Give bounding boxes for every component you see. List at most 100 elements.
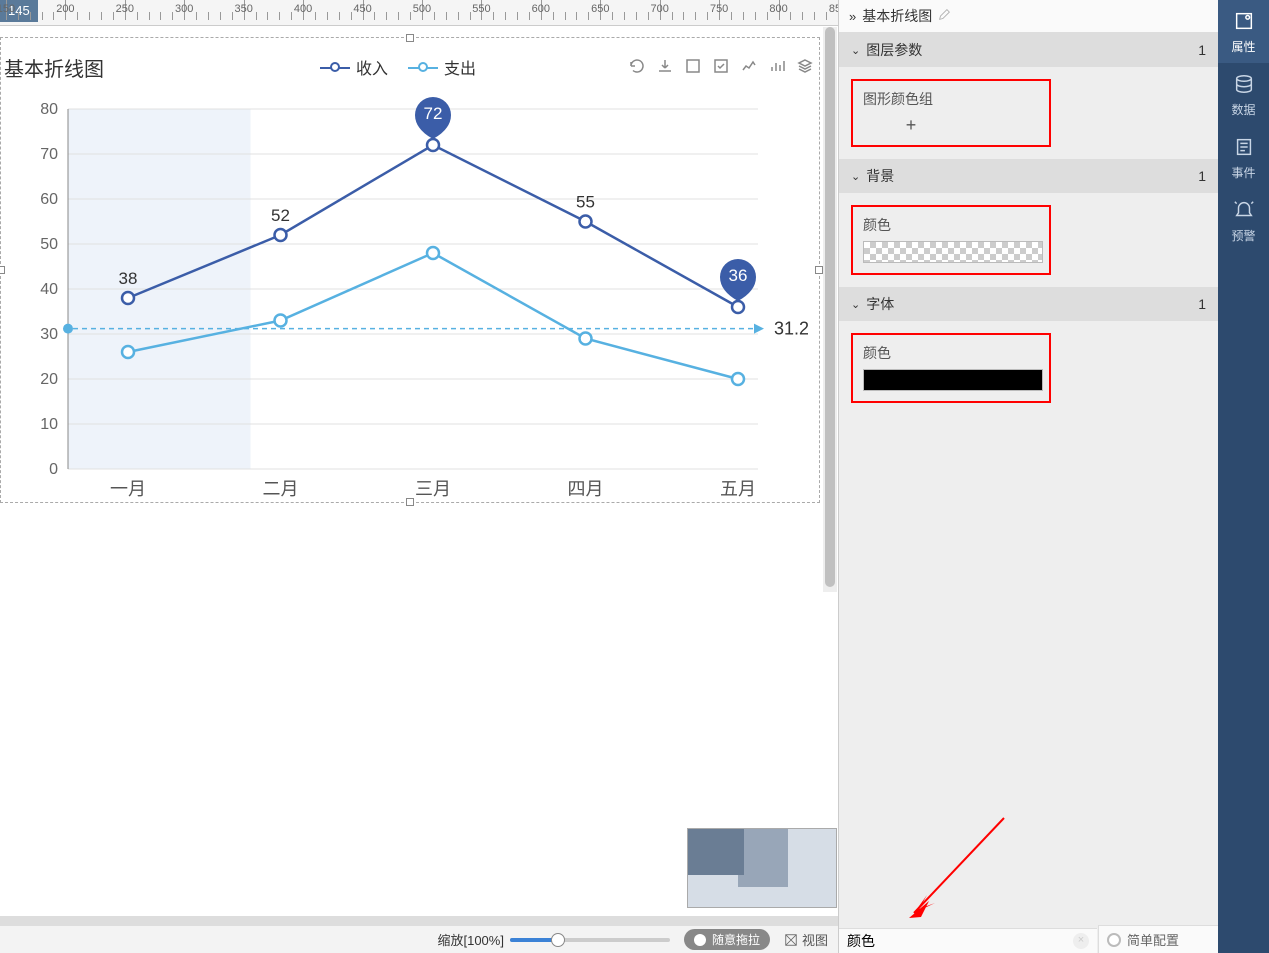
- prop-label: 颜色: [863, 343, 1039, 363]
- rail-tab-events[interactable]: 事件: [1218, 126, 1269, 189]
- prop-font-color: 颜色: [851, 333, 1051, 403]
- clear-icon[interactable]: ×: [1073, 933, 1089, 949]
- svg-text:50: 50: [40, 236, 58, 253]
- right-rail: 属性 数据 事件 预警: [1218, 0, 1269, 953]
- section-count: 1: [1198, 168, 1206, 184]
- canvas-area[interactable]: 基本折线图 收入 支出: [0, 27, 838, 909]
- toggle-label: 简单配置: [1127, 930, 1179, 949]
- svg-text:30: 30: [40, 326, 58, 343]
- svg-text:38: 38: [119, 269, 138, 288]
- chevron-down-icon: ⌄: [851, 170, 860, 183]
- free-drag-label: 随意拖拉: [712, 931, 760, 948]
- panel-header[interactable]: » 基本折线图: [839, 0, 1218, 33]
- legend-marker-icon: [408, 61, 438, 73]
- free-drag-toggle[interactable]: 随意拖拉: [684, 929, 770, 950]
- chevron-down-icon: ⌄: [851, 44, 860, 57]
- prop-color-group: 图形颜色组 +: [851, 79, 1051, 147]
- svg-text:五月: 五月: [720, 479, 756, 499]
- simple-config-toggle[interactable]: 简单配置: [1098, 925, 1218, 953]
- legend-marker-icon: [320, 61, 350, 73]
- section-title: 图层参数: [866, 40, 922, 60]
- status-bar: 缩放[100%] 随意拖拉 视图: [0, 925, 838, 953]
- slider-thumb[interactable]: [551, 933, 565, 947]
- properties-panel: » 基本折线图 ⌄ 图层参数 1 图形颜色组 + ⌄ 背景 1 颜色 ⌄: [838, 0, 1218, 953]
- search-input[interactable]: [847, 933, 1073, 949]
- chevron-down-icon: ⌄: [851, 298, 860, 311]
- svg-text:60: 60: [40, 191, 58, 208]
- svg-text:二月: 二月: [263, 479, 299, 499]
- svg-text:四月: 四月: [568, 479, 604, 499]
- section-count: 1: [1198, 42, 1206, 58]
- minimap[interactable]: [687, 828, 837, 908]
- restore-icon[interactable]: [740, 57, 758, 75]
- collapse-icon[interactable]: »: [849, 9, 856, 24]
- radio-icon: [694, 934, 706, 946]
- svg-text:一月: 一月: [110, 479, 146, 499]
- section-layer-params: ⌄ 图层参数 1 图形颜色组 +: [839, 33, 1218, 147]
- svg-text:0: 0: [49, 461, 58, 478]
- section-font: ⌄ 字体 1 颜色: [839, 287, 1218, 403]
- color-picker-transparent[interactable]: [863, 241, 1043, 263]
- download-icon[interactable]: [656, 57, 674, 75]
- svg-text:31.2: 31.2: [774, 319, 808, 339]
- section-header-layer[interactable]: ⌄ 图层参数 1: [839, 33, 1218, 67]
- color-picker-black[interactable]: [863, 369, 1043, 391]
- rail-tab-attributes[interactable]: 属性: [1218, 0, 1269, 63]
- minimap-viewport[interactable]: [688, 829, 744, 875]
- zoom-area-icon[interactable]: [684, 57, 702, 75]
- svg-text:72: 72: [424, 104, 443, 123]
- legend-item-income[interactable]: 收入: [320, 55, 388, 79]
- svg-text:70: 70: [40, 146, 58, 163]
- svg-text:52: 52: [271, 206, 290, 225]
- legend-item-expense[interactable]: 支出: [408, 55, 476, 79]
- svg-text:三月: 三月: [415, 479, 451, 499]
- chart-toolbar: [628, 57, 814, 75]
- svg-text:55: 55: [576, 193, 595, 212]
- svg-text:20: 20: [40, 371, 58, 388]
- svg-text:40: 40: [40, 281, 58, 298]
- minimap-content: [738, 829, 788, 887]
- zoom-label: 缩放[100%]: [437, 930, 503, 949]
- panel-title: 基本折线图: [862, 6, 932, 26]
- scrollbar-vertical[interactable]: [823, 27, 837, 592]
- rail-label: 属性: [1218, 38, 1269, 55]
- ruler-horizontal: 145 150200250300350400450500550600650700…: [0, 0, 838, 26]
- view-label: 视图: [802, 930, 828, 949]
- legend-label: 支出: [444, 55, 476, 79]
- section-background: ⌄ 背景 1 颜色: [839, 159, 1218, 275]
- refresh-icon[interactable]: [628, 57, 646, 75]
- rail-label: 数据: [1218, 101, 1269, 118]
- zoom-reset-icon[interactable]: [712, 57, 730, 75]
- panel-search-bar: ×: [839, 928, 1097, 953]
- rail-tab-alert[interactable]: 预警: [1218, 189, 1269, 252]
- chart-title: 基本折线图: [4, 53, 104, 82]
- view-icon: [784, 933, 798, 947]
- legend-label: 收入: [356, 55, 388, 79]
- prop-bg-color: 颜色: [851, 205, 1051, 275]
- chart-legend: 收入 支出: [320, 55, 476, 79]
- chart-plot: 0 10 20 30 40 50 60 70 80 一月 二月 三月 四月 五月 31.2 38 52 72 55 3…: [8, 89, 808, 509]
- prop-label: 颜色: [863, 215, 1039, 235]
- add-color-button[interactable]: +: [899, 115, 923, 135]
- section-title: 背景: [866, 166, 894, 186]
- layers-icon[interactable]: [796, 57, 814, 75]
- section-header-bg[interactable]: ⌄ 背景 1: [839, 159, 1218, 193]
- rail-label: 预警: [1218, 227, 1269, 244]
- svg-text:80: 80: [40, 101, 58, 118]
- section-header-font[interactable]: ⌄ 字体 1: [839, 287, 1218, 321]
- view-button[interactable]: 视图: [784, 930, 828, 949]
- prop-label: 图形颜色组: [863, 89, 1039, 109]
- zoom-control: 缩放[100%]: [437, 930, 669, 949]
- scrollbar-thumb[interactable]: [825, 27, 835, 587]
- chart-widget[interactable]: 基本折线图 收入 支出: [0, 39, 820, 503]
- dataview-icon[interactable]: [768, 57, 786, 75]
- zoom-slider[interactable]: [510, 938, 670, 942]
- svg-text:36: 36: [729, 266, 748, 285]
- section-count: 1: [1198, 296, 1206, 312]
- svg-text:10: 10: [40, 416, 58, 433]
- section-title: 字体: [866, 294, 894, 314]
- rail-label: 事件: [1218, 164, 1269, 181]
- rail-tab-data[interactable]: 数据: [1218, 63, 1269, 126]
- radio-icon: [1107, 933, 1121, 947]
- edit-icon[interactable]: [938, 8, 951, 24]
